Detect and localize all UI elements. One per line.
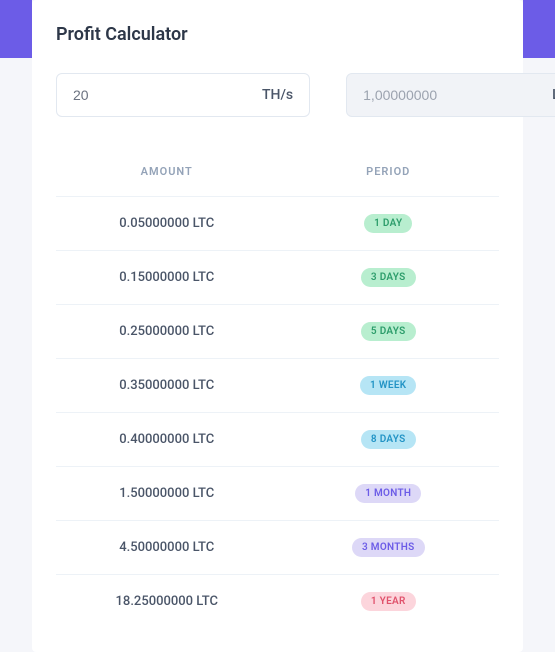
table-row: 0.40000000 LTC 8 DAYS [56, 412, 499, 466]
amount-cell: 0.15000000 LTC [56, 270, 278, 285]
period-cell: 1 WEEK [278, 376, 500, 395]
page-title: Profit Calculator [56, 24, 499, 45]
inputs-row: TH/s LTC [56, 73, 499, 117]
main-container: Profit Calculator TH/s LTC AMOUNT PERIOD… [0, 0, 555, 652]
amount-cell: 0.05000000 LTC [56, 216, 278, 231]
period-badge: 1 DAY [364, 214, 412, 233]
amount-cell: 0.40000000 LTC [56, 432, 278, 447]
amount-cell: 4.50000000 LTC [56, 540, 278, 555]
period-badge: 1 WEEK [360, 376, 416, 395]
period-badge: 1 YEAR [361, 592, 416, 611]
period-badge: 3 DAYS [361, 268, 416, 287]
table-row: 0.25000000 LTC 5 DAYS [56, 304, 499, 358]
header-period: PERIOD [278, 165, 500, 178]
table-row: 4.50000000 LTC 3 MONTHS [56, 520, 499, 574]
period-badge: 5 DAYS [361, 322, 416, 341]
period-cell: 3 MONTHS [278, 538, 500, 557]
period-badge: 1 MONTH [355, 484, 421, 503]
hashrate-input-group: TH/s [56, 73, 310, 117]
amount-cell: 0.25000000 LTC [56, 324, 278, 339]
hashrate-input[interactable] [73, 87, 254, 103]
amount-cell: 1.50000000 LTC [56, 486, 278, 501]
amount-cell: 18.25000000 LTC [56, 594, 278, 609]
period-badge: 3 MONTHS [352, 538, 425, 557]
table-row: 1.50000000 LTC 1 MONTH [56, 466, 499, 520]
table-body: 0.05000000 LTC1 DAY0.15000000 LTC3 DAYS0… [56, 196, 499, 628]
period-cell: 1 DAY [278, 214, 500, 233]
table-row: 0.15000000 LTC 3 DAYS [56, 250, 499, 304]
table-header: AMOUNT PERIOD [56, 153, 499, 196]
period-cell: 8 DAYS [278, 430, 500, 449]
amount-input[interactable] [363, 87, 544, 103]
table-row: 0.05000000 LTC 1 DAY [56, 196, 499, 250]
period-badge: 8 DAYS [361, 430, 416, 449]
calculator-card: Profit Calculator TH/s LTC AMOUNT PERIOD… [32, 0, 523, 652]
amount-input-group: LTC [346, 73, 555, 117]
amount-cell: 0.35000000 LTC [56, 378, 278, 393]
results-table: AMOUNT PERIOD 0.05000000 LTC 1 DAY 0.15000… [56, 153, 499, 628]
period-cell: 1 YEAR [278, 592, 500, 611]
table-row: 18.25000000 LTC 1 YEAR [56, 574, 499, 628]
table-row: 0.35000000 LTC 1 WEEK [56, 358, 499, 412]
period-cell: 5 DAYS [278, 322, 500, 341]
period-cell: 1 MONTH [278, 484, 500, 503]
header-amount: AMOUNT [56, 165, 278, 178]
hashrate-suffix: TH/s [262, 87, 293, 103]
period-cell: 3 DAYS [278, 268, 500, 287]
